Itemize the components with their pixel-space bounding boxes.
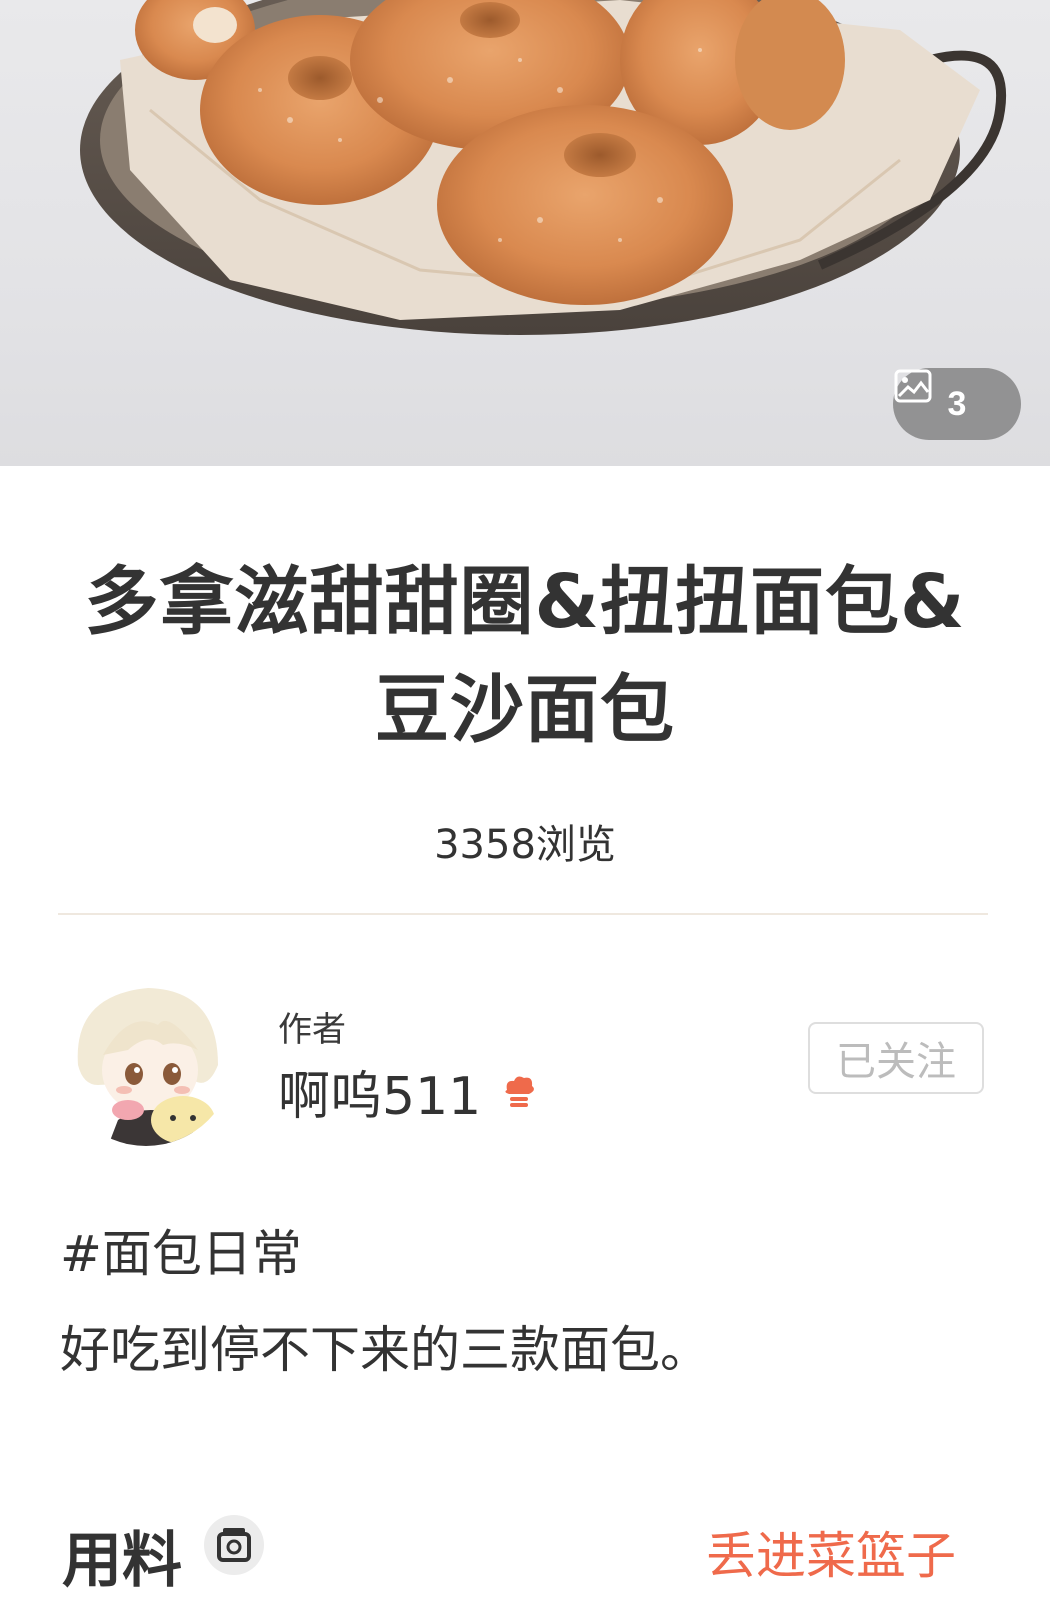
view-count-text: 3358浏览 <box>434 822 616 868</box>
chef-hat-icon <box>505 1076 535 1107</box>
author-name-row[interactable]: 啊呜511 <box>278 1054 539 1129</box>
kitchen-scale-icon[interactable] <box>203 1514 265 1576</box>
recipe-cover-image[interactable]: 3 <box>0 0 1050 466</box>
author-caption: 作者 <box>278 1010 346 1050</box>
recipe-tag[interactable]: #面包日常 <box>60 1214 302 1286</box>
ingredients-title: 用料 <box>62 1526 182 1596</box>
avatar-illustration <box>58 970 234 1146</box>
recipe-title-line-1: 多拿滋甜甜圈&扭扭面包& <box>84 559 966 645</box>
follow-button[interactable]: 已关注 <box>808 1022 984 1094</box>
view-count: 3358浏览 <box>0 812 1050 870</box>
image-count: 3 <box>947 384 967 423</box>
author-name[interactable]: 啊呜511 <box>278 1054 481 1129</box>
recipe-description: 好吃到停不下来的三款面包。 <box>60 1321 710 1379</box>
author-avatar[interactable] <box>58 970 234 1146</box>
recipe-title: 多拿滋甜甜圈&扭扭面包& 豆沙面包 <box>40 548 1010 764</box>
add-to-basket-link[interactable]: 丢进菜篮子 <box>706 1516 956 1588</box>
recipe-title-line-2: 豆沙面包 <box>375 667 675 753</box>
image-gallery-icon <box>894 369 932 403</box>
image-count-badge[interactable]: 3 <box>893 368 1021 440</box>
divider <box>58 913 988 915</box>
